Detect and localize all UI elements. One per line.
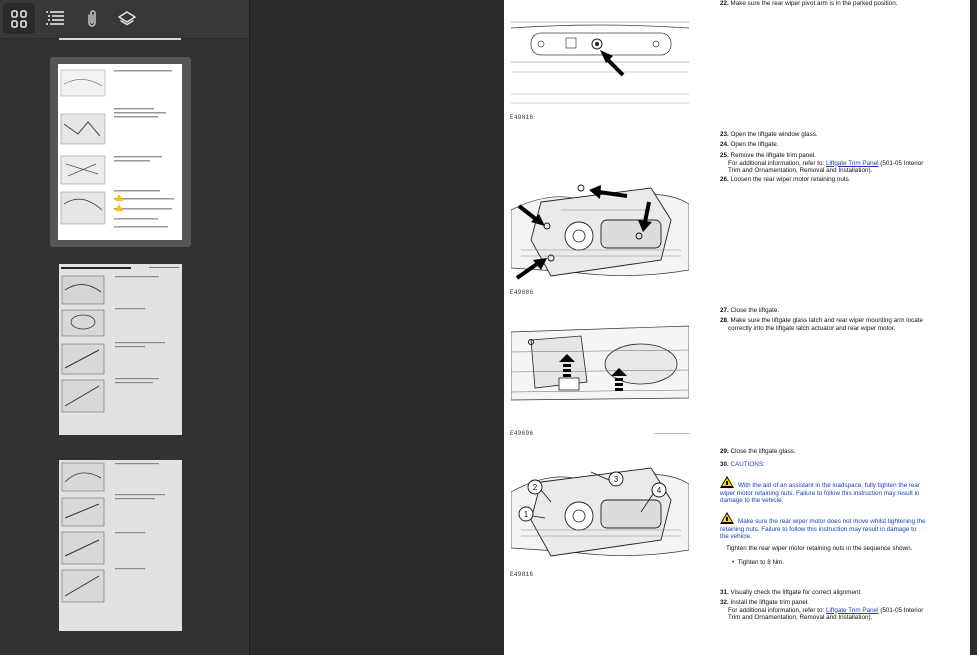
- step-26: 26. Loosen the rear wiper motor retainin…: [720, 176, 851, 183]
- figure-label: E49696: [510, 430, 534, 437]
- sequence-callout-4: 4: [657, 486, 662, 495]
- figure-latch-alignment: [511, 322, 689, 406]
- thumbnails-grid-icon: [11, 9, 27, 28]
- figure-label: E49686: [510, 289, 534, 296]
- torque-spec-bullet: • Tighten to 8 Nm.: [732, 559, 785, 566]
- figure-label: E49816: [510, 571, 534, 578]
- sequence-callout-2: 2: [533, 483, 538, 492]
- warning-triangle-icon: [720, 476, 734, 488]
- step-32: 32. Install the liftgate trim panel. For…: [720, 599, 924, 621]
- step-28: 28. Make sure the liftgate glass latch a…: [720, 317, 924, 332]
- thumbnail-page-1[interactable]: [50, 57, 191, 247]
- step-29: 29. Close the liftgate glass.: [720, 448, 796, 455]
- thumbnails-view-button[interactable]: [3, 3, 35, 34]
- liftgate-trim-panel-link[interactable]: Liftgate Trim Panel: [826, 160, 879, 167]
- thumbnail-page-3[interactable]: [59, 460, 183, 632]
- step-30: 30. CAUTIONS:: [720, 461, 765, 468]
- thumbnail-page-3-image: [59, 460, 182, 631]
- thumbnail-sidebar: [0, 0, 250, 655]
- warning-triangle-icon: [720, 512, 734, 524]
- outline-view-button[interactable]: [39, 3, 71, 34]
- step-22: 22. Make sure the rear wiper pivot arm i…: [720, 0, 898, 7]
- attachments-view-button[interactable]: [76, 3, 108, 34]
- thumbnail-page-2[interactable]: [59, 264, 183, 436]
- step-24: 24. Open the liftgate.: [720, 141, 779, 148]
- tighten-instruction: Tighten the rear wiper motor retaining n…: [726, 545, 913, 552]
- sidebar-toolbar: [0, 0, 249, 39]
- figure-wiper-motor-nuts: [511, 180, 689, 292]
- liftgate-trim-panel-link[interactable]: Liftgate Trim Panel: [826, 607, 879, 614]
- sequence-callout-1: 1: [524, 510, 529, 519]
- document-page: E49816 E49686 E49696 1 2 3 4 E49816 22. …: [504, 0, 970, 655]
- layers-view-button[interactable]: [111, 3, 143, 34]
- outline-list-icon: [46, 10, 64, 25]
- step-27: 27. Close the liftgate.: [720, 307, 780, 314]
- step-31: 31. Visually check the liftgate for corr…: [720, 589, 862, 596]
- step-25: 25. Remove the liftgate trim panel. For …: [720, 152, 924, 174]
- step-23: 23. Open the liftgate window glass.: [720, 131, 818, 138]
- figure-label: E49816: [510, 114, 534, 121]
- thumbnail-page-2-image: [59, 264, 182, 435]
- figure-wiper-parked: [511, 0, 689, 110]
- previous-page-thumbnail-edge[interactable]: [59, 38, 181, 40]
- caution-2: Make sure the rear wiper motor does not …: [720, 512, 926, 541]
- caution-1: With the aid of an assistant in the load…: [720, 476, 920, 505]
- layers-icon: [118, 10, 136, 25]
- figure-tightening-sequence: 1 2 3 4: [511, 462, 689, 570]
- figure-rule: [654, 433, 690, 434]
- thumbnail-page-1-image: [58, 64, 182, 240]
- sequence-callout-3: 3: [614, 475, 619, 484]
- paperclip-icon: [88, 9, 96, 27]
